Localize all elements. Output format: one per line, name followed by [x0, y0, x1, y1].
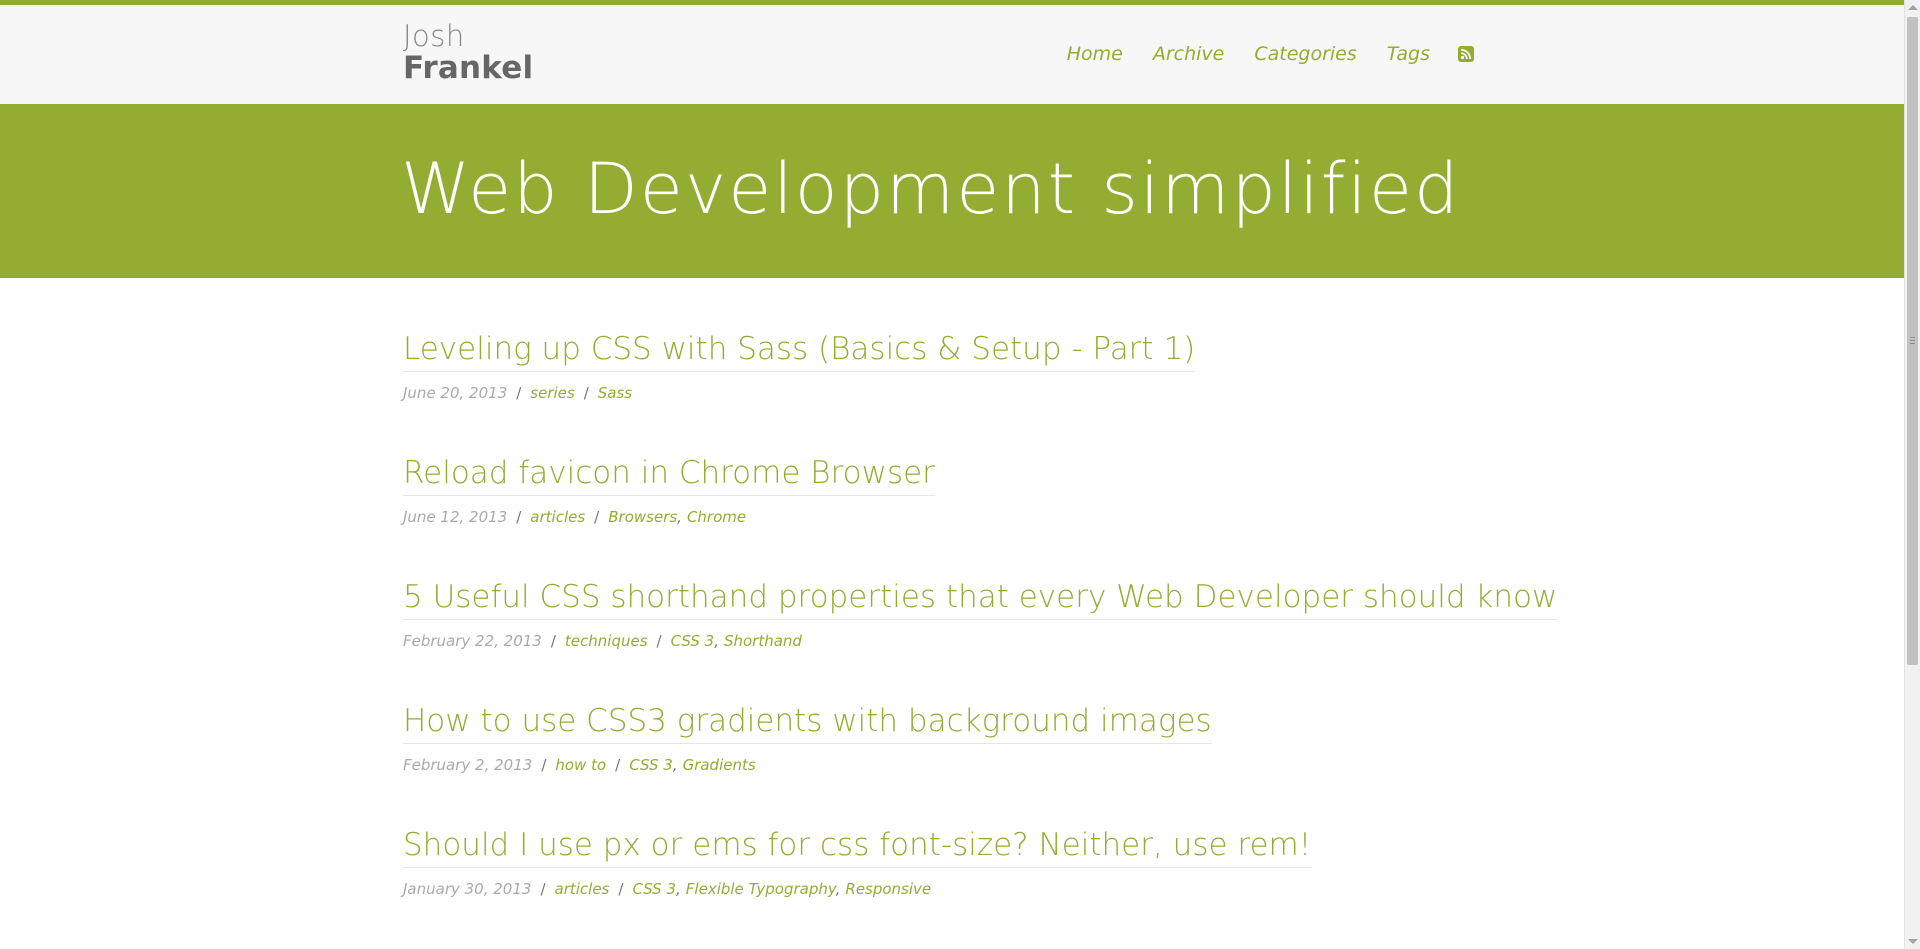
post-tag-link[interactable]: Gradients — [683, 756, 756, 774]
post-meta: February 22, 2013 / techniques / CSS 3, Short… — [403, 632, 1503, 650]
scroll-grip-icon — [1910, 343, 1915, 344]
meta-separator: / — [615, 756, 621, 775]
tag-comma: , — [677, 508, 682, 527]
post-category-link[interactable]: techniques — [565, 632, 648, 650]
tag-comma: , — [676, 880, 681, 899]
post-list: Leveling up CSS with Sass (Basics & Setu… — [403, 331, 1558, 949]
post-tag-link[interactable]: Responsive — [845, 880, 931, 898]
post-category-link[interactable]: how to — [555, 756, 606, 774]
post-tag-link[interactable]: Chrome — [687, 508, 746, 526]
post-tag-link[interactable]: CSS 3 — [629, 756, 673, 774]
post-tag-link[interactable]: CSS 3 — [632, 880, 676, 898]
post-tag-link[interactable]: Flexible Typography — [686, 880, 836, 898]
vertical-scrollbar[interactable] — [1904, 0, 1920, 949]
meta-separator: / — [656, 632, 662, 651]
meta-separator: / — [541, 756, 547, 775]
tag-comma: , — [835, 880, 841, 899]
nav-home-link[interactable]: Home — [1067, 43, 1123, 65]
scroll-up-arrow-icon[interactable] — [1908, 5, 1918, 10]
post-category-link[interactable]: articles — [555, 880, 610, 898]
main-nav: Home Archive Categories Tags — [1037, 43, 1474, 65]
post-item: How to use CSS3 gradients with backgroun… — [403, 703, 1503, 827]
meta-separator: / — [594, 508, 600, 527]
meta-separator: / — [550, 632, 556, 651]
scrollbar-thumb[interactable] — [1907, 17, 1918, 665]
hero-banner: Web Development simplified — [0, 104, 1904, 278]
scroll-grip-icon — [1910, 337, 1915, 338]
site-header: Josh Frankel Home Archive Categories Tag… — [0, 5, 1904, 104]
meta-separator: / — [618, 880, 624, 899]
post-category-link[interactable]: articles — [530, 508, 585, 526]
meta-separator: / — [583, 384, 589, 403]
page: Josh Frankel Home Archive Categories Tag… — [0, 0, 1904, 949]
nav-categories-link[interactable]: Categories — [1254, 43, 1356, 65]
post-meta: February 2, 2013 / how to / CSS 3, Gradients — [403, 756, 1503, 774]
post-date: June 12, 2013 — [403, 508, 508, 527]
meta-separator: / — [540, 880, 546, 899]
brand-last-name: Frankel — [403, 50, 534, 86]
post-meta: January 30, 2013/articles / CSS 3, Flexible… — [403, 880, 1503, 898]
post-date: June 20, 2013 — [403, 384, 508, 403]
post-title-link[interactable]: 5 Useful CSS shorthand properties that e… — [403, 579, 1558, 621]
post-date: February 22, 2013 — [403, 632, 542, 651]
post-tag-link[interactable]: Shorthand — [724, 632, 802, 650]
post-title-link[interactable]: How to use CSS3 gradients with backgroun… — [403, 703, 1212, 745]
post-title-link[interactable]: Leveling up CSS with Sass (Basics & Setu… — [403, 331, 1196, 373]
meta-separator: / — [516, 384, 522, 403]
nav-archive-link[interactable]: Archive — [1153, 43, 1225, 65]
post-meta: June 20, 2013 / series / Sass — [403, 384, 1503, 402]
rss-icon[interactable] — [1458, 46, 1474, 62]
hero-title: Web Development simplified — [401, 148, 1461, 230]
tag-comma: , — [672, 756, 678, 775]
post-title-link[interactable]: Reload favicon in Chrome Browser — [403, 455, 935, 497]
post-category-link[interactable]: series — [530, 384, 574, 402]
post-date: February 2, 2013 — [403, 756, 533, 775]
post-item: Reload favicon in Chrome Browser June 12… — [403, 455, 1503, 579]
scroll-grip-icon — [1910, 340, 1915, 341]
post-item: 5 Useful CSS shorthand properties that e… — [403, 579, 1558, 703]
tag-comma: , — [714, 632, 719, 651]
site-logo[interactable]: Josh Frankel — [403, 22, 533, 84]
post-tag-link[interactable]: Sass — [598, 384, 632, 402]
post-tag-link[interactable]: Browsers — [608, 508, 677, 526]
meta-separator: / — [516, 508, 522, 527]
post-meta: June 12, 2013 / articles / Browsers, Chrome — [403, 508, 1503, 526]
post-title-link[interactable]: Should I use px or ems for css font-size… — [403, 827, 1312, 869]
brand-first-name: Josh — [403, 19, 465, 53]
post-item: Leveling up CSS with Sass (Basics & Setu… — [403, 331, 1503, 455]
post-tag-link[interactable]: CSS 3 — [671, 632, 715, 650]
post-item: Should I use px or ems for css font-size… — [403, 827, 1503, 949]
post-date: January 30, 2013 — [403, 880, 532, 899]
nav-tags-link[interactable]: Tags — [1387, 43, 1430, 65]
scroll-down-arrow-icon[interactable] — [1908, 939, 1918, 944]
